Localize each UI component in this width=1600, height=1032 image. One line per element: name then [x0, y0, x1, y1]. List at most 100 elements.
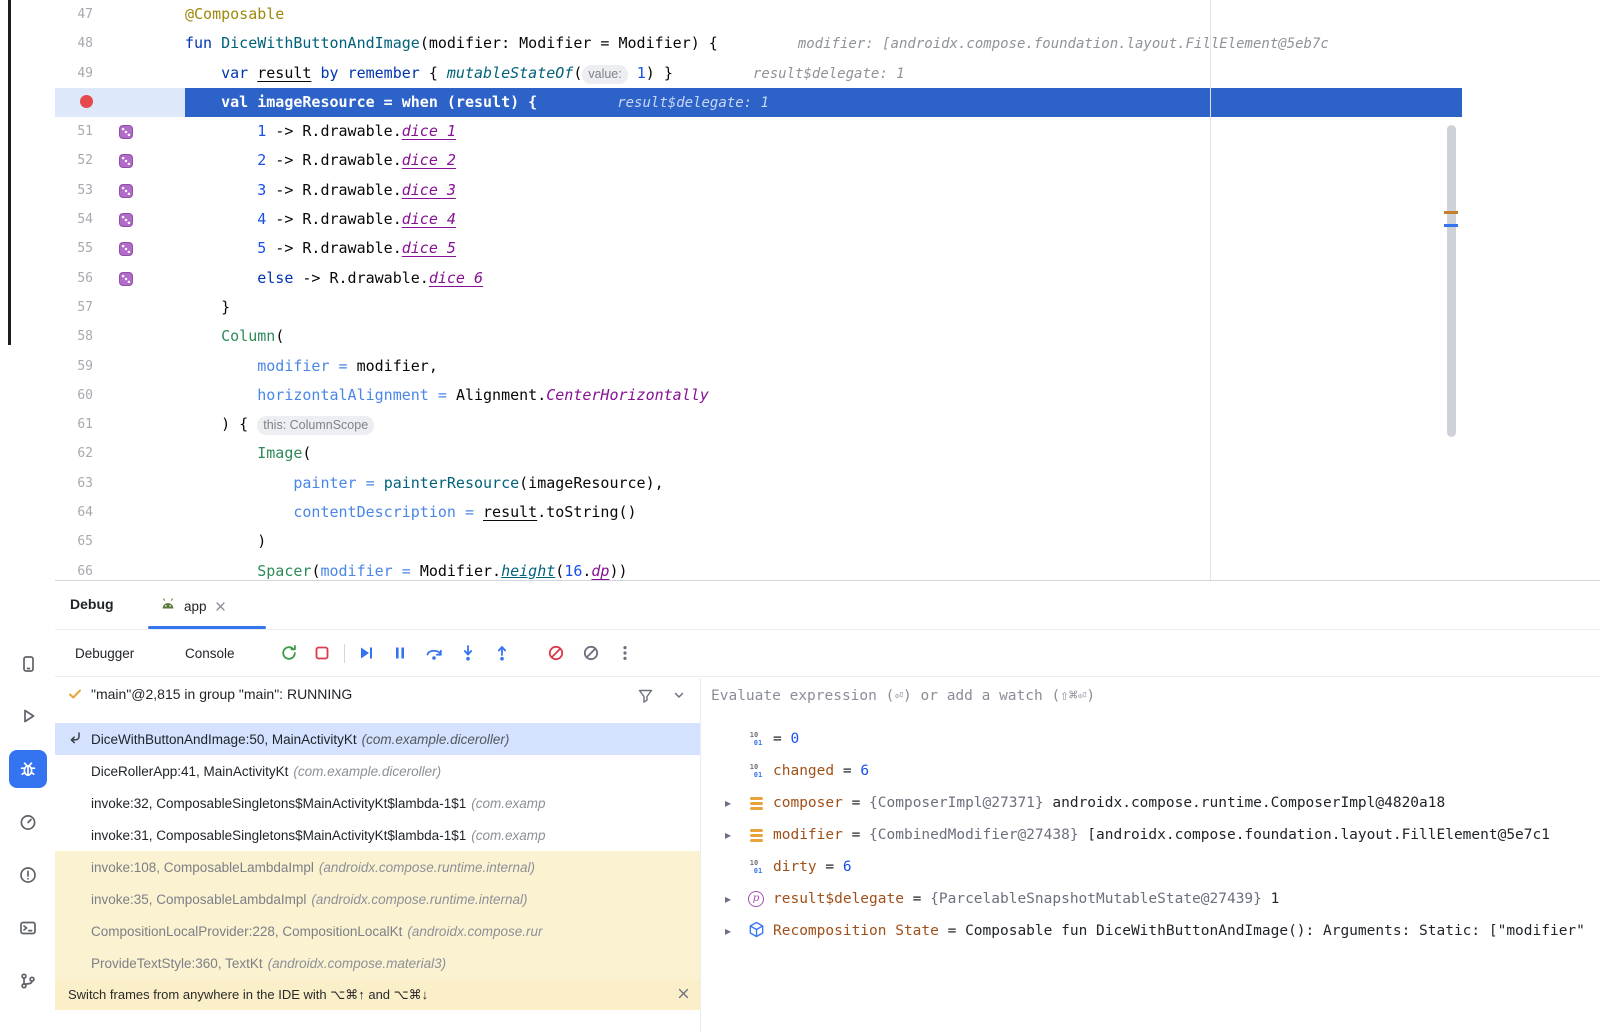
warning-stripe-mark[interactable]	[1444, 211, 1458, 214]
code-text[interactable]: else -> R.drawable.dice_6	[185, 264, 1462, 293]
step-over-button[interactable]	[423, 642, 445, 664]
line-number-gutter[interactable]: 64	[55, 498, 99, 527]
expand-chevron-icon[interactable]: ▸	[725, 892, 731, 906]
variable-row[interactable]: ▸Recomposition State = Composable fun Di…	[701, 915, 1600, 947]
line-number-gutter[interactable]: 62	[55, 439, 99, 468]
line-number-gutter[interactable]: 53	[55, 176, 99, 205]
line-number-gutter[interactable]: 55	[55, 234, 99, 263]
stack-frame-row[interactable]: invoke:35, ComposableLambdaImpl(androidx…	[55, 883, 700, 915]
code-line[interactable]: 52 2 -> R.drawable.dice_2	[55, 146, 1462, 175]
stack-frame-row[interactable]: DiceRollerApp:41, MainActivityKt(com.exa…	[55, 755, 700, 787]
code-line[interactable]: 62 Image(	[55, 439, 1462, 468]
code-text[interactable]: @Composable	[185, 0, 1462, 29]
step-into-button[interactable]	[457, 642, 479, 664]
code-line[interactable]: 65 )	[55, 527, 1462, 556]
code-line[interactable]: 63 painter = painterResource(imageResour…	[55, 469, 1462, 498]
stack-frame-row[interactable]: ProvideTextStyle:360, TextKt(androidx.co…	[55, 947, 700, 979]
code-line[interactable]: 61 ) { this: ColumnScope	[55, 410, 1462, 439]
code-line[interactable]: 54 4 -> R.drawable.dice_4	[55, 205, 1462, 234]
close-icon[interactable]	[215, 601, 226, 612]
code-text[interactable]: 5 -> R.drawable.dice_5	[185, 234, 1462, 263]
line-number-gutter[interactable]: 59	[55, 352, 99, 381]
code-line[interactable]: 48 fun DiceWithButtonAndImage(modifier: M…	[55, 29, 1462, 58]
chevron-down-icon[interactable]	[667, 683, 691, 707]
line-number-gutter[interactable]: 56	[55, 264, 99, 293]
code-text[interactable]: modifier = modifier,	[185, 352, 1462, 381]
code-text[interactable]: Image(	[185, 439, 1462, 468]
terminal-icon[interactable]	[9, 909, 47, 947]
code-line[interactable]: 66 Spacer(modifier = Modifier.height(16.…	[55, 557, 1462, 580]
line-number-gutter[interactable]: 52	[55, 146, 99, 175]
code-text[interactable]: val imageResource = when (result) {resul…	[185, 88, 1462, 117]
info-stripe-mark[interactable]	[1444, 224, 1458, 227]
line-number-gutter[interactable]: 48	[55, 29, 99, 58]
line-number-gutter[interactable]	[55, 88, 99, 117]
expand-chevron-icon[interactable]: ▸	[725, 924, 731, 938]
code-line[interactable]: 51 1 -> R.drawable.dice_1	[55, 117, 1462, 146]
expand-chevron-icon[interactable]: ▸	[725, 828, 731, 842]
code-line[interactable]: val imageResource = when (result) {resul…	[55, 88, 1462, 117]
code-text[interactable]: horizontalAlignment = Alignment.CenterHo…	[185, 381, 1462, 410]
variable-row[interactable]: 1001dirty = 6	[701, 851, 1600, 883]
stop-button[interactable]	[311, 642, 333, 664]
version-control-icon[interactable]	[9, 962, 47, 1000]
line-number-gutter[interactable]: 65	[55, 527, 99, 556]
line-number-gutter[interactable]: 54	[55, 205, 99, 234]
variable-row[interactable]: ▸modifier = {CombinedModifier@27438} [an…	[701, 819, 1600, 851]
variable-row[interactable]: 1001changed = 6	[701, 755, 1600, 787]
code-line[interactable]: 64 contentDescription = result.toString(…	[55, 498, 1462, 527]
pause-button[interactable]	[389, 642, 411, 664]
line-number-gutter[interactable]: 60	[55, 381, 99, 410]
filter-icon[interactable]	[633, 683, 657, 707]
debug-icon[interactable]	[9, 750, 47, 788]
code-line[interactable]: 56 else -> R.drawable.dice_6	[55, 264, 1462, 293]
variable-row[interactable]: ▸composer = {ComposerImpl@27371} android…	[701, 787, 1600, 819]
tool-window-stripe[interactable]	[8, 0, 11, 345]
line-number-gutter[interactable]: 58	[55, 322, 99, 351]
code-text[interactable]: Column(	[185, 322, 1462, 351]
stack-frame-row[interactable]: invoke:31, ComposableSingletons$MainActi…	[55, 819, 700, 851]
line-number-gutter[interactable]: 63	[55, 469, 99, 498]
line-number-gutter[interactable]: 57	[55, 293, 99, 322]
problems-icon[interactable]	[9, 856, 47, 894]
stack-frame-row[interactable]: invoke:108, ComposableLambdaImpl(android…	[55, 851, 700, 883]
code-text[interactable]: 3 -> R.drawable.dice_3	[185, 176, 1462, 205]
profiler-icon[interactable]	[9, 803, 47, 841]
variable-row[interactable]: ▸presult$delegate = {ParcelableSnapshotM…	[701, 883, 1600, 915]
code-text[interactable]: 2 -> R.drawable.dice_2	[185, 146, 1462, 175]
editor-scrollbar[interactable]	[1441, 0, 1461, 580]
close-icon[interactable]	[677, 987, 690, 1003]
code-text[interactable]: 1 -> R.drawable.dice_1	[185, 117, 1462, 146]
code-text[interactable]: fun DiceWithButtonAndImage(modifier: Mod…	[185, 29, 1462, 58]
code-text[interactable]: contentDescription = result.toString()	[185, 498, 1462, 527]
breakpoint-icon[interactable]	[80, 95, 93, 108]
code-line[interactable]: 55 5 -> R.drawable.dice_5	[55, 234, 1462, 263]
tab-debugger[interactable]: Debugger	[75, 630, 134, 677]
code-line[interactable]: 49 var result by remember { mutableState…	[55, 59, 1462, 88]
line-number-gutter[interactable]: 66	[55, 557, 99, 580]
code-text[interactable]: ) { this: ColumnScope	[185, 410, 1462, 439]
evaluate-expression-input[interactable]: Evaluate expression (⏎) or add a watch (…	[701, 678, 1600, 713]
code-line[interactable]: 59 modifier = modifier,	[55, 352, 1462, 381]
stack-frame-row[interactable]: DiceWithButtonAndImage:50, MainActivityK…	[55, 723, 700, 755]
stack-frame-row[interactable]: CompositionLocalProvider:228, Compositio…	[55, 915, 700, 947]
rerun-button[interactable]	[278, 642, 300, 664]
code-line[interactable]: 58 Column(	[55, 322, 1462, 351]
code-text[interactable]: Spacer(modifier = Modifier.height(16.dp)…	[185, 557, 1462, 580]
code-line[interactable]: 60 horizontalAlignment = Alignment.Cente…	[55, 381, 1462, 410]
line-number-gutter[interactable]: 51	[55, 117, 99, 146]
scrollbar-thumb[interactable]	[1447, 125, 1456, 437]
code-editor[interactable]: 47 @Composable 48 fun DiceWithButtonAndImag…	[55, 0, 1462, 580]
session-tab-app[interactable]: app	[148, 588, 266, 624]
line-number-gutter[interactable]: 47	[55, 0, 99, 29]
code-line[interactable]: 47 @Composable	[55, 0, 1462, 29]
code-lines[interactable]: 47 @Composable 48 fun DiceWithButtonAndImag…	[55, 0, 1462, 580]
variable-row[interactable]: 1001= 0	[701, 723, 1600, 755]
code-text[interactable]: painter = painterResource(imageResource)…	[185, 469, 1462, 498]
stack-frame-row[interactable]: invoke:32, ComposableSingletons$MainActi…	[55, 787, 700, 819]
line-number-gutter[interactable]: 49	[55, 59, 99, 88]
step-out-button[interactable]	[491, 642, 513, 664]
mute-breakpoints-button[interactable]	[580, 642, 602, 664]
code-text[interactable]: }	[185, 293, 1462, 322]
tab-console[interactable]: Console	[185, 630, 235, 677]
